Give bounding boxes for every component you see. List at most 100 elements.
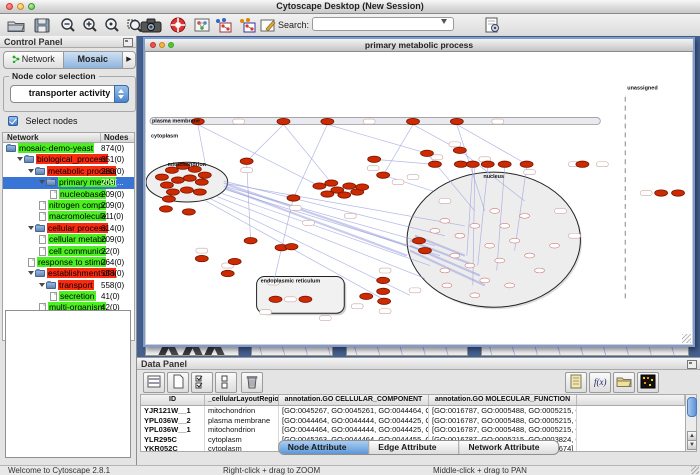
tree-header-nodes[interactable]: Nodes <box>100 133 128 142</box>
network-node[interactable] <box>440 268 450 273</box>
zoom-in-icon[interactable] <box>80 16 100 34</box>
network-node[interactable] <box>195 179 208 185</box>
network-node[interactable] <box>368 156 381 162</box>
network-node[interactable] <box>470 293 480 298</box>
network-node[interactable] <box>325 180 338 186</box>
window-resize-grip[interactable] <box>682 334 691 343</box>
attribute-grid-icon[interactable] <box>143 372 165 393</box>
network-node[interactable] <box>269 296 282 302</box>
save-icon[interactable] <box>32 16 52 34</box>
network-node[interactable] <box>343 183 356 189</box>
help-icon[interactable] <box>168 16 188 34</box>
snapshot-icon[interactable] <box>138 16 164 34</box>
import-annotation-icon[interactable] <box>482 16 502 34</box>
tree-row[interactable]: cellular process614(0) <box>3 223 134 234</box>
float-panel-icon[interactable] <box>123 38 133 47</box>
expand-arrow-icon[interactable] <box>39 180 45 184</box>
network-node[interactable] <box>360 293 373 299</box>
delete-attribute-icon[interactable] <box>241 372 263 393</box>
tree-header-network[interactable]: Network <box>7 133 39 142</box>
select-attributes-icon[interactable] <box>191 372 213 393</box>
network-node[interactable] <box>195 255 208 261</box>
network-node[interactable] <box>183 175 196 181</box>
network-node[interactable] <box>655 190 668 196</box>
network-node[interactable] <box>520 213 530 218</box>
network-node[interactable] <box>498 161 511 167</box>
network-node[interactable] <box>550 243 560 248</box>
network-node[interactable] <box>166 189 179 195</box>
network-node[interactable] <box>480 278 490 283</box>
tree-row[interactable]: establishment of lo558(0) <box>3 268 134 279</box>
tree-row[interactable]: primary metabo209(... <box>3 177 134 188</box>
network-node[interactable] <box>377 277 390 283</box>
search-dropdown-icon[interactable] <box>441 19 447 24</box>
tree-row[interactable]: metabolic process280(0) <box>3 166 134 177</box>
network-node[interactable] <box>240 158 253 164</box>
network-node[interactable] <box>440 218 450 223</box>
expand-arrow-icon[interactable] <box>28 271 34 275</box>
network-node[interactable] <box>182 209 195 215</box>
zoom-fit-icon[interactable] <box>102 16 122 34</box>
network-node[interactable] <box>428 161 441 167</box>
open-icon[interactable] <box>6 16 26 34</box>
column-header[interactable]: _cellularLayoutRegion <box>205 395 279 405</box>
expand-arrow-icon[interactable] <box>39 283 45 287</box>
network-node[interactable] <box>419 247 432 253</box>
import-attributes-icon[interactable] <box>613 372 635 393</box>
table-row[interactable]: YPL036W__2plasma membrane[GO:0044464, GO… <box>141 416 685 426</box>
app-resize-grip[interactable] <box>691 466 699 474</box>
column-header[interactable]: ID <box>141 395 205 405</box>
column-header[interactable]: annotation.GO MOLECULAR_FUNCTION <box>429 395 577 405</box>
zoom-out-icon[interactable] <box>58 16 78 34</box>
table-row[interactable]: YPL036W__1mitochondrion[GO:0044464, GO:0… <box>141 425 685 435</box>
network-node[interactable] <box>500 223 510 228</box>
tree-row[interactable]: secretion41(0) <box>3 291 134 302</box>
network-node[interactable] <box>180 187 193 193</box>
network-node[interactable] <box>520 161 533 167</box>
network-node[interactable] <box>442 283 452 288</box>
network-node[interactable] <box>155 174 168 180</box>
notepad-icon[interactable] <box>565 372 587 393</box>
select-nodes-checkbox[interactable] <box>8 116 18 126</box>
network-node[interactable] <box>377 288 390 294</box>
layout-icon-2[interactable] <box>236 16 258 34</box>
network-node[interactable] <box>221 270 234 276</box>
network-node[interactable] <box>159 206 172 212</box>
network-node[interactable] <box>198 172 211 178</box>
tree-row[interactable]: biological_process651(0) <box>3 154 134 165</box>
network-node[interactable] <box>378 298 391 304</box>
network-node[interactable] <box>525 253 535 258</box>
network-node[interactable] <box>356 184 369 190</box>
network-node[interactable] <box>430 228 440 233</box>
tree-row[interactable]: nucleobase-209(0) <box>3 189 134 200</box>
tab-overflow-arrow-icon[interactable]: ▶ <box>122 52 135 68</box>
network-node[interactable] <box>470 223 480 228</box>
tab-network[interactable]: Network <box>4 52 63 68</box>
function-builder-icon[interactable]: f(x) <box>589 372 611 393</box>
unselect-attributes-icon[interactable] <box>215 372 237 393</box>
network-node[interactable] <box>490 209 500 214</box>
network-node[interactable] <box>321 118 334 124</box>
network-window-titlebar[interactable]: primary metabolic process <box>145 39 693 52</box>
matrix-icon[interactable] <box>637 372 659 393</box>
annotation-icon[interactable] <box>258 16 278 34</box>
new-attribute-icon[interactable] <box>167 372 189 393</box>
network-node[interactable] <box>338 192 351 198</box>
scroll-down-icon[interactable]: ▼ <box>687 440 697 450</box>
column-header[interactable]: annotation.GO CELLULAR_COMPONENT <box>279 395 429 405</box>
network-node[interactable] <box>287 195 300 201</box>
tree-row[interactable]: cell communicat22(0) <box>3 246 134 257</box>
network-node[interactable] <box>377 172 390 178</box>
layout-icon-1[interactable] <box>212 16 234 34</box>
network-node[interactable] <box>495 258 505 263</box>
network-node[interactable] <box>450 118 463 124</box>
network-node[interactable] <box>505 283 515 288</box>
scrollbar-thumb[interactable] <box>687 397 697 417</box>
tree-row[interactable]: mosaic-demo-yeast874(0) <box>3 143 134 154</box>
network-node[interactable] <box>407 118 420 124</box>
float-panel-icon[interactable] <box>687 360 697 369</box>
network-node[interactable] <box>466 161 479 167</box>
network-node[interactable] <box>672 190 685 196</box>
network-node[interactable] <box>454 161 467 167</box>
expand-arrow-icon[interactable] <box>28 226 34 230</box>
